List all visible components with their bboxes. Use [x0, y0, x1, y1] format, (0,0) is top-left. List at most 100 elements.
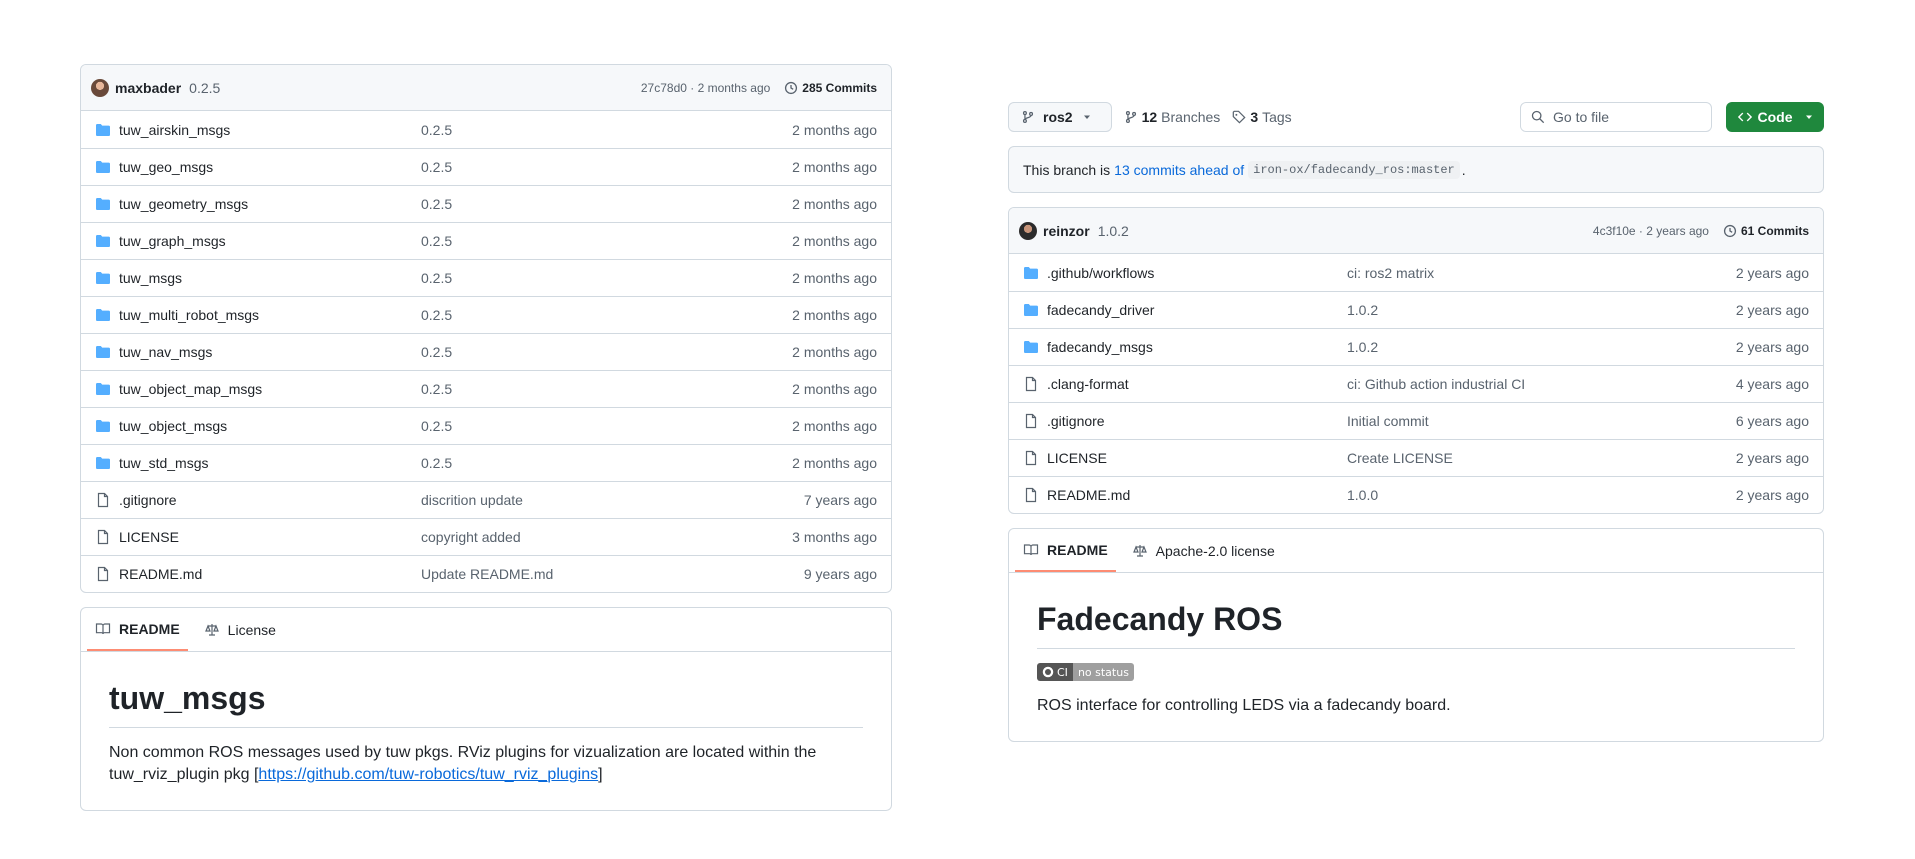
branch-select-button[interactable]: ros2 — [1008, 102, 1112, 132]
commit-hash-age[interactable]: 4c3f10e · 2 years ago — [1593, 224, 1709, 238]
branches-link[interactable]: 12 Branches — [1124, 109, 1220, 125]
file-row[interactable]: tuw_multi_robot_msgs 0.2.5 2 months ago — [81, 296, 891, 333]
file-row[interactable]: LICENSE copyright added 3 months ago — [81, 518, 891, 555]
file-name-link[interactable]: LICENSE — [119, 529, 179, 545]
file-name-link[interactable]: .gitignore — [1047, 413, 1105, 429]
commit-message[interactable]: 1.0.2 — [1098, 223, 1129, 239]
commit-message-link[interactable]: 0.2.5 — [421, 270, 452, 286]
file-row[interactable]: tuw_std_msgs 0.2.5 2 months ago — [81, 444, 891, 481]
file-name-link[interactable]: tuw_multi_robot_msgs — [119, 307, 259, 323]
readme-paragraph: Non common ROS messages used by tuw pkgs… — [109, 742, 863, 786]
commit-message[interactable]: 0.2.5 — [189, 80, 220, 96]
readme-link[interactable]: https://github.com/tuw-robotics/tuw_rviz… — [258, 766, 598, 783]
file-row[interactable]: LICENSE Create LICENSE 2 years ago — [1009, 439, 1823, 476]
tab-license-label: License — [227, 621, 276, 638]
file-name-link[interactable]: tuw_object_msgs — [119, 418, 227, 434]
commit-message-link[interactable]: 0.2.5 — [421, 233, 452, 249]
latest-commit-bar: reinzor 1.0.2 4c3f10e · 2 years ago 61 C… — [1009, 208, 1823, 254]
file-name-link[interactable]: tuw_nav_msgs — [119, 344, 212, 360]
avatar[interactable] — [1019, 221, 1037, 240]
file-row[interactable]: tuw_object_map_msgs 0.2.5 2 months ago — [81, 370, 891, 407]
file-row[interactable]: .github/workflows ci: ros2 matrix 2 years … — [1009, 254, 1823, 291]
file-name-link[interactable]: tuw_geometry_msgs — [119, 196, 248, 212]
file-name-link[interactable]: tuw_std_msgs — [119, 455, 208, 471]
commit-message-link[interactable]: 0.2.5 — [421, 344, 452, 360]
commit-message-link[interactable]: 1.0.2 — [1347, 339, 1378, 355]
tab-license[interactable]: License — [196, 608, 284, 651]
commit-age: 2 months ago — [792, 307, 877, 323]
file-row[interactable]: tuw_msgs 0.2.5 2 months ago — [81, 259, 891, 296]
file-row[interactable]: tuw_object_msgs 0.2.5 2 months ago — [81, 407, 891, 444]
file-name-link[interactable]: README.md — [119, 566, 202, 582]
file-row[interactable]: README.md Update README.md 9 years ago — [81, 555, 891, 592]
commit-age: 4 years ago — [1735, 376, 1809, 392]
file-row[interactable]: tuw_nav_msgs 0.2.5 2 months ago — [81, 333, 891, 370]
ci-status-badge[interactable]: CI no status — [1037, 663, 1134, 681]
tags-count: 3 — [1250, 109, 1259, 125]
book-icon — [1023, 543, 1039, 555]
folder-icon — [95, 233, 111, 249]
avatar[interactable] — [91, 78, 109, 97]
commit-message-link[interactable]: ci: ros2 matrix — [1347, 265, 1434, 281]
file-row[interactable]: .gitignore discrition update 7 years ago — [81, 481, 891, 518]
commit-message-link[interactable]: 0.2.5 — [421, 381, 452, 397]
commit-message-link[interactable]: Create LICENSE — [1347, 450, 1453, 466]
commit-hash-age[interactable]: 27c78d0 · 2 months ago — [641, 81, 770, 95]
commit-message-link[interactable]: 0.2.5 — [421, 122, 452, 138]
code-button[interactable]: Code — [1726, 102, 1824, 132]
commit-message-link[interactable]: copyright added — [421, 529, 521, 545]
commit-author[interactable]: maxbader — [115, 80, 181, 96]
commit-message-link[interactable]: 1.0.2 — [1347, 302, 1378, 318]
file-row[interactable]: fadecandy_msgs 1.0.2 2 years ago — [1009, 328, 1823, 365]
commit-message-link[interactable]: 0.2.5 — [421, 159, 452, 175]
commit-message-link[interactable]: ci: Github action industrial CI — [1347, 376, 1525, 392]
file-name-link[interactable]: fadecandy_msgs — [1047, 339, 1153, 355]
file-name-link[interactable]: README.md — [1047, 487, 1130, 503]
commit-age: 2 months ago — [792, 121, 877, 138]
file-row[interactable]: tuw_geo_msgs 0.2.5 2 months ago — [81, 148, 891, 185]
commit-message-link[interactable]: Update README.md — [421, 566, 553, 582]
commits-history-link[interactable]: 285 Commits — [784, 81, 877, 95]
history-icon — [785, 81, 798, 94]
folder-icon — [1023, 265, 1039, 281]
file-row[interactable]: .gitignore Initial commit 6 years ago — [1009, 402, 1823, 439]
file-row[interactable]: tuw_geometry_msgs 0.2.5 2 months ago — [81, 185, 891, 222]
tab-license[interactable]: Apache-2.0 license — [1124, 529, 1283, 572]
commit-message-link[interactable]: 0.2.5 — [421, 307, 452, 323]
upstream-ref[interactable]: iron-ox/fadecandy_ros:master — [1248, 160, 1460, 179]
commit-age: 2 years ago — [1735, 302, 1809, 318]
commit-message-link[interactable]: 0.2.5 — [421, 455, 452, 471]
file-list: .github/workflows ci: ros2 matrix 2 years … — [1009, 254, 1823, 513]
file-row[interactable]: README.md 1.0.0 2 years ago — [1009, 476, 1823, 513]
file-row[interactable]: tuw_graph_msgs 0.2.5 2 months ago — [81, 222, 891, 259]
file-row[interactable]: fadecandy_driver 1.0.2 2 years ago — [1009, 291, 1823, 328]
file-name-link[interactable]: tuw_airskin_msgs — [119, 122, 230, 138]
commit-message-link[interactable]: 0.2.5 — [421, 196, 452, 212]
commit-age: 6 years ago — [1735, 413, 1809, 429]
file-name-link[interactable]: tuw_msgs — [119, 270, 182, 286]
file-name-link[interactable]: tuw_graph_msgs — [119, 233, 226, 249]
commit-message-link[interactable]: 0.2.5 — [421, 418, 452, 434]
commit-message-link[interactable]: Initial commit — [1347, 413, 1429, 429]
file-name-link[interactable]: .gitignore — [119, 492, 177, 508]
repo-toolbar: ros2 12 Branches 3 Tags Go to file Code — [1008, 102, 1824, 132]
file-row[interactable]: tuw_airskin_msgs 0.2.5 2 months ago — [81, 111, 891, 148]
commit-message-link[interactable]: discrition update — [421, 492, 523, 508]
commits-history-link[interactable]: 61 Commits — [1723, 224, 1809, 238]
tags-link[interactable]: 3 Tags — [1232, 109, 1292, 125]
file-row[interactable]: .clang-format ci: Github action industria… — [1009, 365, 1823, 402]
file-name-link[interactable]: LICENSE — [1047, 450, 1107, 466]
file-name-link[interactable]: .github/workflows — [1047, 265, 1154, 281]
file-name-link[interactable]: tuw_geo_msgs — [119, 159, 213, 175]
commits-ahead-link[interactable]: 13 commits ahead of — [1114, 162, 1244, 178]
commit-author[interactable]: reinzor — [1043, 223, 1090, 239]
commit-message-link[interactable]: 1.0.0 — [1347, 487, 1378, 503]
latest-commit-bar: maxbader 0.2.5 27c78d0 · 2 months ago 28… — [81, 65, 891, 111]
tab-readme[interactable]: README — [1015, 529, 1116, 572]
branch-name: ros2 — [1043, 109, 1073, 125]
file-name-link[interactable]: .clang-format — [1047, 376, 1129, 392]
tab-readme[interactable]: README — [87, 608, 188, 651]
file-name-link[interactable]: fadecandy_driver — [1047, 302, 1154, 318]
file-name-link[interactable]: tuw_object_map_msgs — [119, 381, 262, 397]
go-to-file-input[interactable]: Go to file — [1520, 102, 1712, 132]
